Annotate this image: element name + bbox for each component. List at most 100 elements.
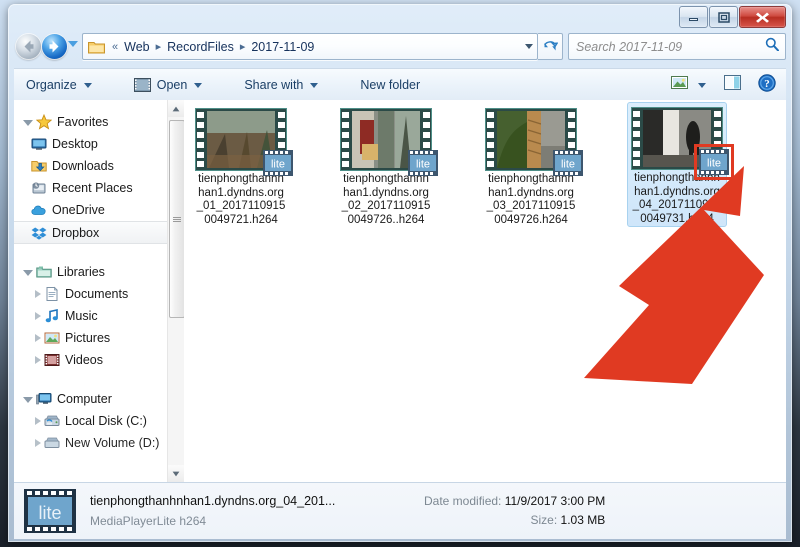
onedrive-icon (31, 202, 47, 218)
nav-group-favorites[interactable]: Favorites (14, 111, 184, 133)
file-thumbnail: lite (340, 108, 438, 176)
file-tile[interactable]: lite tienphongthanhnhan1.dyndns.org_02_2… (337, 104, 438, 227)
sidebar-item-label: Desktop (52, 137, 98, 151)
new-folder-label: New folder (360, 78, 421, 92)
annotation-highlight-rectangle (694, 144, 734, 180)
sidebar-item-label: Downloads (52, 159, 114, 173)
dropbox-icon (31, 225, 47, 241)
sidebar-item-new-volume-d[interactable]: New Volume (D:) (14, 432, 184, 454)
explorer-content: Favorites Desktop Downloads Recent Place… (14, 100, 786, 488)
svg-text:lite: lite (561, 159, 575, 171)
scrollbar-thumb[interactable] (169, 120, 184, 318)
chevron-down-icon (310, 82, 319, 88)
forward-button[interactable] (42, 34, 67, 59)
chevron-down-icon (194, 82, 203, 88)
help-icon[interactable]: ? (758, 73, 776, 97)
sidebar-item-downloads[interactable]: Downloads (14, 155, 184, 177)
navigation-scrollbar[interactable] (167, 100, 184, 482)
open-button[interactable]: Open (124, 71, 213, 99)
svg-text:lite: lite (38, 503, 61, 523)
sidebar-item-local-disk-c[interactable]: Local Disk (C:) (14, 410, 184, 432)
file-thumbnail: lite (631, 107, 734, 180)
minimize-button[interactable] (679, 6, 708, 28)
nav-group-computer[interactable]: Computer (14, 388, 184, 410)
details-secondary-column: Date modified: 11/9/2017 3:00 PM Size: 1… (424, 492, 605, 530)
file-tile[interactable]: lite tienphongthanhnhan1.dyndns.org_03_2… (482, 104, 583, 227)
window-title-bar (8, 4, 792, 30)
mediaplayerlite-film-icon: lite (24, 489, 76, 533)
sidebar-item-videos[interactable]: Videos (14, 349, 184, 371)
details-date-modified-label: Date modified: (424, 494, 502, 508)
breadcrumb-separator-2[interactable]: ▸ (236, 40, 250, 53)
sidebar-item-label: Videos (65, 353, 103, 367)
drive-icon (44, 413, 60, 429)
expander-closed-icon[interactable] (35, 356, 41, 364)
file-tile[interactable]: lite tienphongthanhnhan1.dyndns.org_01_2… (192, 104, 293, 227)
details-date-modified-value: 11/9/2017 3:00 PM (504, 494, 606, 508)
expander-closed-icon[interactable] (35, 439, 41, 447)
sidebar-item-label: Music (65, 309, 98, 323)
close-button[interactable] (739, 6, 786, 28)
sidebar-item-label: Local Disk (C:) (65, 414, 147, 428)
expander-open-icon[interactable] (23, 270, 33, 276)
breadcrumb-item-web[interactable]: Web (122, 40, 151, 54)
sidebar-item-dropbox[interactable]: Dropbox (14, 221, 184, 244)
breadcrumb-item-recordfiles[interactable]: RecordFiles (165, 40, 236, 54)
star-icon (35, 113, 53, 130)
nav-group-libraries[interactable]: Libraries (14, 261, 184, 283)
chevron-down-icon[interactable] (698, 82, 706, 88)
history-dropdown-icon[interactable] (68, 41, 78, 47)
sidebar-item-label: Documents (65, 287, 129, 301)
sidebar-item-music[interactable]: Music (14, 305, 184, 327)
expander-closed-icon[interactable] (35, 334, 41, 342)
back-button[interactable] (16, 34, 41, 59)
refresh-button[interactable] (538, 33, 563, 60)
desktop-icon (31, 136, 47, 152)
sidebar-item-desktop[interactable]: Desktop (14, 133, 184, 155)
expander-open-icon[interactable] (23, 120, 33, 126)
expander-closed-icon[interactable] (35, 417, 41, 425)
maximize-button[interactable] (709, 6, 738, 28)
expander-closed-icon[interactable] (35, 290, 41, 298)
search-input[interactable]: Search 2017-11-09 (576, 40, 682, 54)
file-list-pane[interactable]: lite tienphongthanhnhan1.dyndns.org_01_2… (184, 100, 786, 488)
details-file-type: MediaPlayerLite h264 (90, 514, 207, 528)
scroll-down-button[interactable] (168, 465, 184, 482)
new-folder-button[interactable]: New folder (350, 71, 430, 99)
navigation-pane: Favorites Desktop Downloads Recent Place… (14, 100, 184, 482)
film-icon (133, 78, 151, 92)
expander-closed-icon[interactable] (35, 312, 41, 320)
documents-icon (44, 286, 60, 302)
change-view-icon[interactable] (671, 75, 689, 96)
nav-group-label: Computer (57, 392, 112, 406)
sidebar-item-pictures[interactable]: Pictures (14, 327, 184, 349)
sidebar-item-documents[interactable]: Documents (14, 283, 184, 305)
breadcrumb-item-date[interactable]: 2017-11-09 (249, 40, 316, 54)
nav-group-label: Libraries (57, 265, 105, 279)
organize-label: Organize (26, 78, 77, 92)
expander-open-icon[interactable] (23, 397, 33, 403)
sidebar-item-onedrive[interactable]: OneDrive (14, 199, 184, 221)
search-icon (765, 37, 779, 56)
command-toolbar: Organize Open Share with New folder ? (14, 68, 786, 102)
address-bar[interactable]: « Web ▸ RecordFiles ▸ 2017-11-09 (82, 33, 538, 60)
toolbar-right-group: ? (671, 73, 786, 97)
preview-pane-icon[interactable] (724, 74, 742, 96)
share-with-button[interactable]: Share with (234, 71, 328, 99)
organize-button[interactable]: Organize (16, 71, 102, 99)
address-dropdown-icon[interactable] (525, 44, 533, 49)
file-name-label: tienphongthanhnhan1.dyndns.org_03_201711… (486, 173, 576, 226)
search-box[interactable]: Search 2017-11-09 (568, 33, 786, 60)
details-size-label: Size: (530, 513, 558, 527)
scroll-up-button[interactable] (168, 100, 184, 117)
computer-icon (36, 391, 52, 407)
address-bar-row: « Web ▸ RecordFiles ▸ 2017-11-09 Search … (8, 32, 792, 62)
downloads-icon (31, 158, 47, 174)
breadcrumb-separator-1[interactable]: ▸ (152, 40, 166, 53)
folder-icon (88, 40, 105, 54)
sidebar-item-recent-places[interactable]: Recent Places (14, 177, 184, 199)
file-tile-selected[interactable]: lite tienphongthanhnhan1.dyndns.org_04_2… (627, 102, 734, 227)
